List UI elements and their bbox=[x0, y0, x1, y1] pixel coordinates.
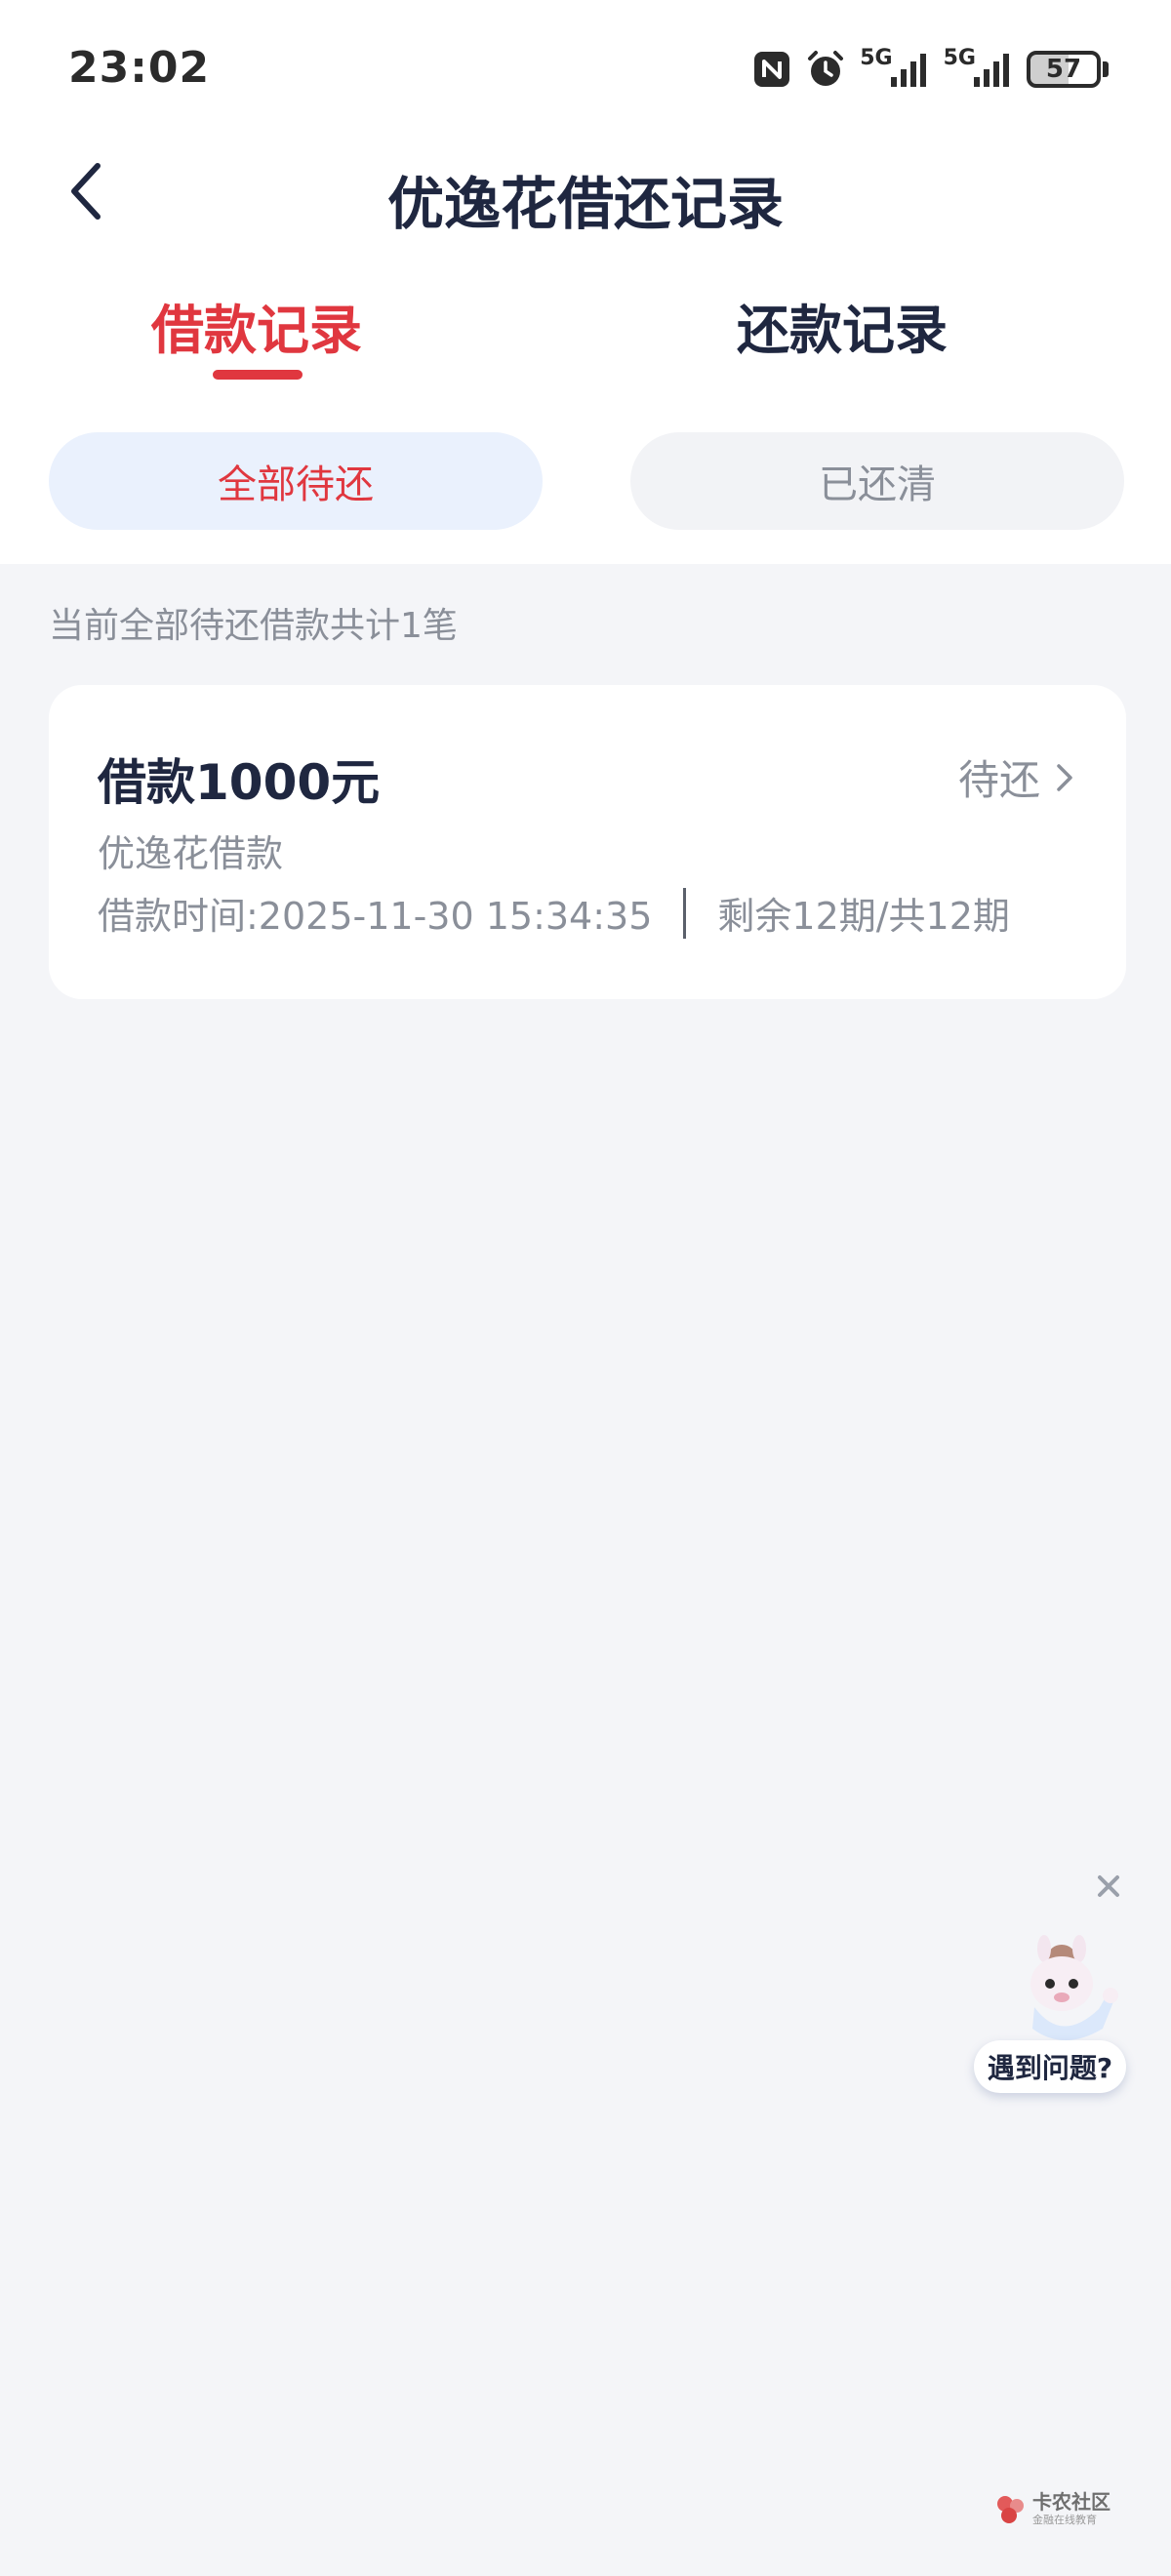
tab-active-indicator bbox=[213, 370, 303, 380]
signal-icon: 5G bbox=[860, 46, 929, 89]
watermark-sub: 金融在线教育 bbox=[1032, 2514, 1097, 2526]
watermark: 卡农社区 金融在线教育 bbox=[993, 2486, 1150, 2535]
loan-amount: 借款1000元 bbox=[98, 754, 381, 811]
status-bar: 23:02 5G 5G 57 bbox=[0, 0, 1171, 137]
alarm-icon bbox=[805, 49, 846, 90]
tab-repayment-records[interactable]: 还款记录 bbox=[647, 287, 1037, 364]
close-icon bbox=[1098, 1875, 1119, 1897]
page-title: 优逸花借还记录 bbox=[386, 171, 784, 237]
loan-periods: 剩余12期/共12期 bbox=[717, 895, 1010, 938]
loan-card[interactable]: 借款1000元 待还 优逸花借款 借款时间:2025-11-30 15:34:3… bbox=[49, 685, 1126, 999]
watermark-logo-icon bbox=[997, 2496, 1024, 2523]
help-label[interactable]: 遇到问题? bbox=[974, 2040, 1126, 2093]
loan-status[interactable]: 待还 bbox=[958, 747, 1073, 807]
nfc-icon bbox=[752, 50, 791, 89]
meta-divider bbox=[683, 887, 687, 939]
help-close-button[interactable] bbox=[1091, 1869, 1126, 1904]
watermark-name: 卡农社区 bbox=[1032, 2490, 1110, 2514]
status-time: 23:02 bbox=[68, 43, 211, 93]
summary-text: 当前全部待还借款共计1笔 bbox=[49, 606, 458, 646]
signal-icon: 5G bbox=[944, 46, 1013, 89]
status-icons: 5G 5G 57 bbox=[752, 45, 1109, 94]
loan-status-label: 待还 bbox=[957, 756, 1040, 804]
loan-meta: 借款时间:2025-11-30 15:34:35 剩余12期/共12期 bbox=[98, 886, 1010, 940]
filter-paid-off[interactable]: 已还清 bbox=[630, 432, 1124, 530]
battery-level: 57 bbox=[1027, 51, 1101, 88]
tab-bar: 借款记录 还款记录 bbox=[0, 273, 1171, 381]
header-panel: 23:02 5G 5G 57 优逸花借还记录 借款记录 还款记录 全部待还 已还… bbox=[0, 0, 1171, 564]
loan-time: 借款时间:2025-11-30 15:34:35 bbox=[98, 895, 653, 938]
mascot-icon[interactable] bbox=[1005, 1927, 1122, 2054]
nav-bar: 优逸花借还记录 bbox=[0, 146, 1171, 237]
filter-row: 全部待还 已还清 bbox=[0, 432, 1171, 530]
signal-label: 5G bbox=[860, 45, 893, 70]
help-widget: 遇到问题? bbox=[966, 1859, 1142, 2103]
tab-loan-records[interactable]: 借款记录 bbox=[61, 287, 452, 364]
signal-label: 5G bbox=[943, 45, 976, 70]
chevron-right-icon bbox=[1057, 763, 1072, 791]
filter-all-pending[interactable]: 全部待还 bbox=[49, 432, 543, 530]
battery-icon: 57 bbox=[1027, 51, 1109, 88]
loan-product: 优逸花借款 bbox=[98, 832, 284, 875]
